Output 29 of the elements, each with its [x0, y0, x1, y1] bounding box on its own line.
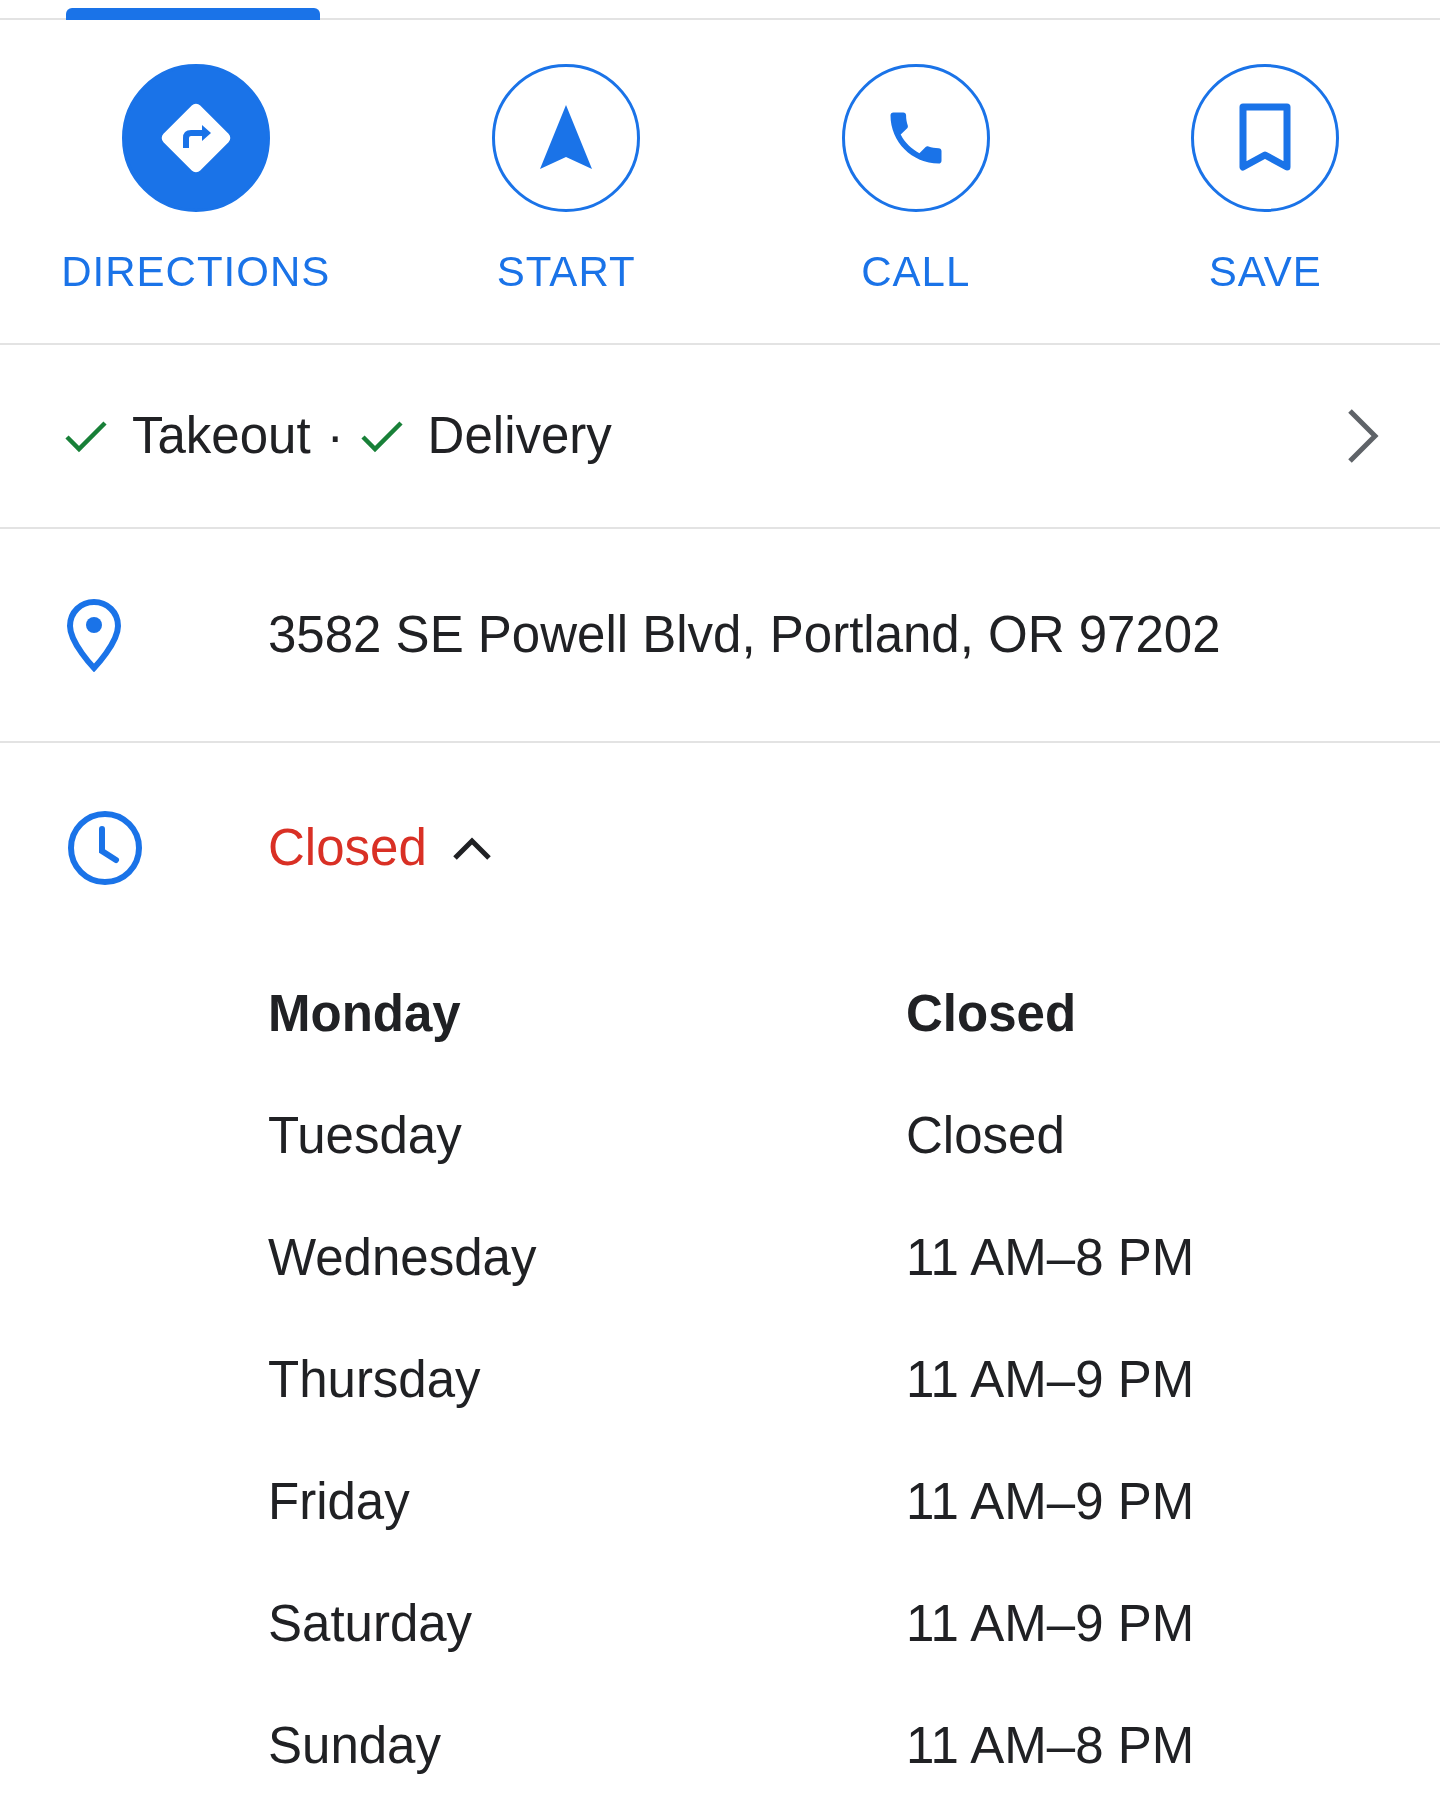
day-hours: 11 AM–9 PM	[906, 1471, 1196, 1532]
separator-dot: ·	[326, 405, 344, 466]
day-hours: 11 AM–8 PM	[906, 1227, 1196, 1288]
day-name: Friday	[268, 1471, 411, 1532]
bookmark-icon	[1237, 103, 1294, 173]
save-button[interactable]: SAVE	[1090, 20, 1440, 343]
directions-button[interactable]: DIRECTIONS	[0, 20, 392, 343]
day-hours: 11 AM–9 PM	[906, 1349, 1196, 1410]
checkmark-icon	[359, 419, 404, 453]
day-hours: 11 AM–8 PM	[906, 1715, 1196, 1776]
day-name: Wednesday	[268, 1227, 538, 1288]
day-name: Saturday	[268, 1593, 474, 1654]
clock-icon	[66, 809, 144, 887]
hours-status-toggle[interactable]: Closed	[268, 809, 493, 887]
day-name: Sunday	[268, 1715, 442, 1776]
checkmark-icon	[64, 419, 108, 453]
chevron-right-icon[interactable]	[1346, 407, 1380, 465]
day-hours: 11 AM–9 PM	[906, 1593, 1196, 1654]
day-hours: Closed	[906, 983, 1078, 1044]
start-button[interactable]: START	[391, 20, 741, 343]
address-text: 3582 SE Powell Blvd, Portland, OR 97202	[268, 604, 1221, 665]
service-label: Takeout	[132, 405, 311, 466]
service-label: Delivery	[427, 405, 612, 466]
day-hours: Closed	[906, 1105, 1066, 1166]
location-pin-icon	[66, 598, 122, 672]
day-name: Monday	[268, 983, 462, 1044]
day-name: Tuesday	[268, 1105, 463, 1166]
call-button[interactable]: CALL	[740, 20, 1091, 343]
day-name: Thursday	[268, 1349, 482, 1410]
